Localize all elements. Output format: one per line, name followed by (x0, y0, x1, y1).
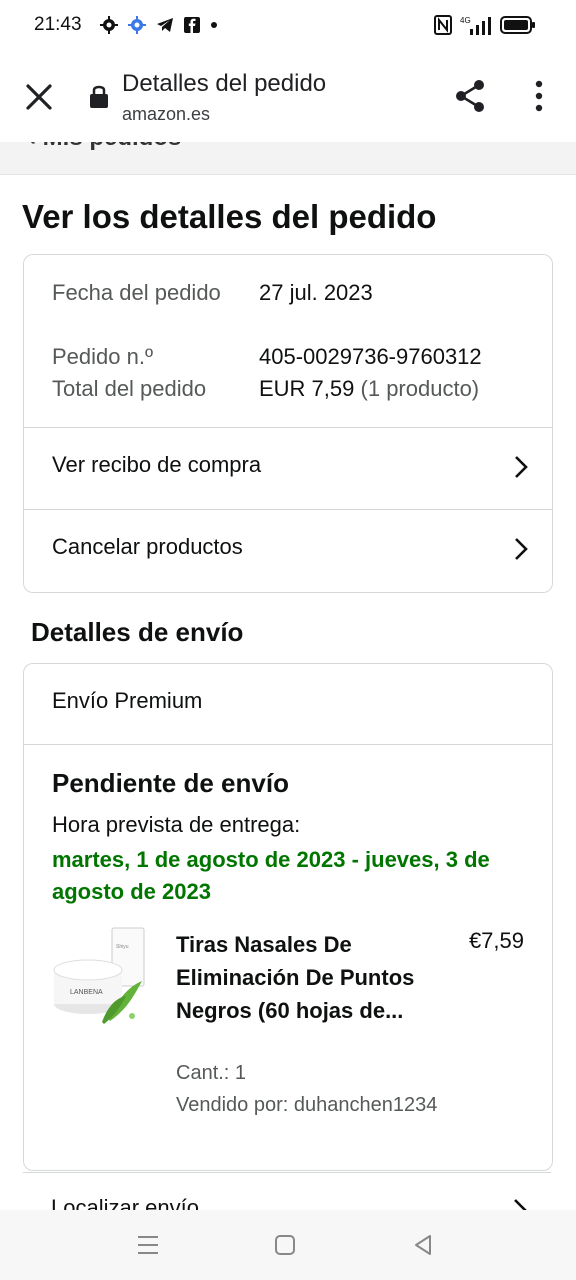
browser-toolbar: Detalles del pedido amazon.es (0, 52, 576, 143)
view-receipt-label[interactable]: Ver recibo de compra (52, 452, 261, 478)
home-icon[interactable] (272, 1232, 298, 1258)
order-details-heading: Ver los detalles del pedido (22, 198, 437, 235)
shipment-card: Envío Premium Pendiente de envío Hora pr… (23, 663, 553, 1171)
shipment-status: Pendiente de envío (52, 768, 289, 798)
product-title[interactable]: Tiras Nasales De Eliminación De Puntos N… (176, 928, 416, 1027)
order-summary-card: Fecha del pedido 27 jul. 2023 Pedido n.º… (23, 254, 553, 593)
more-options-icon[interactable] (526, 78, 552, 114)
shipping-type: Envío Premium (52, 688, 203, 713)
shipping-details-heading: Detalles de envío (31, 617, 244, 647)
track-shipment-label[interactable]: Localizar envío (51, 1195, 199, 1210)
product-quantity: Cant.: 1 (176, 1062, 247, 1084)
cancel-products-row[interactable]: Cancelar productos (24, 510, 552, 590)
order-date-label: Fecha del pedido (52, 280, 221, 305)
order-number-label: Pedido n.º (52, 344, 153, 369)
recents-menu-icon[interactable] (135, 1232, 161, 1258)
product-seller: Vendido por: duhanchen1234 (176, 1094, 438, 1116)
delivery-estimate-value: martes, 1 de agosto de 2023 - jueves, 3 … (52, 847, 490, 904)
back-icon[interactable] (410, 1232, 436, 1258)
order-date-value: 27 jul. 2023 (259, 280, 373, 305)
chevron-right-icon (514, 1199, 527, 1210)
lock-icon (90, 85, 108, 108)
chevron-right-icon (515, 538, 528, 560)
nfc-icon (434, 15, 452, 35)
order-number-value: 405-0029736-9760312 (259, 344, 482, 369)
svg-text:4G: 4G (460, 16, 471, 25)
status-time: 21:43 (34, 14, 82, 35)
chevron-right-icon (515, 456, 528, 478)
system-icons: 4G (434, 14, 536, 36)
breadcrumb-label[interactable]: ‹ Mis pedidos (28, 142, 181, 152)
order-total-label: Total del pedido (52, 376, 207, 401)
settings-blue-icon (128, 16, 146, 34)
facebook-icon (184, 17, 200, 33)
svg-text:Shiyu: Shiyu (116, 944, 129, 950)
divider (24, 744, 552, 745)
signal-4g-icon: 4G (460, 16, 491, 35)
cancel-products-label[interactable]: Cancelar productos (52, 534, 243, 560)
telegram-icon (157, 18, 173, 32)
page-content: ‹ Mis pedidos Ver los detalles del pedid… (0, 142, 576, 1210)
order-total-amount: EUR 7,59 (259, 376, 355, 401)
delivery-estimate-label: Hora prevista de entrega: (52, 812, 301, 837)
product-image[interactable]: Shiyu LANBENA (50, 926, 150, 1036)
settings-icon (100, 16, 118, 34)
status-bar: 21:43 4G (0, 0, 576, 52)
share-icon[interactable] (452, 78, 488, 114)
page-title: Detalles del pedido (122, 70, 327, 97)
order-total-count: (1 producto) (360, 376, 480, 401)
product-brand: LANBENA (70, 989, 103, 996)
battery-icon (500, 16, 535, 34)
notification-icons (100, 14, 218, 36)
system-navigation-bar (0, 1210, 576, 1280)
order-total-value: EUR 7,59 (1 producto) (259, 373, 479, 405)
dot-icon (211, 22, 217, 28)
page-url[interactable]: amazon.es (122, 104, 210, 125)
view-receipt-row[interactable]: Ver recibo de compra (24, 428, 552, 508)
close-icon[interactable] (22, 80, 56, 114)
track-shipment-row[interactable]: Localizar envío (23, 1172, 551, 1210)
product-price: €7,59 (468, 928, 524, 953)
breadcrumb[interactable]: ‹ Mis pedidos (0, 142, 576, 175)
